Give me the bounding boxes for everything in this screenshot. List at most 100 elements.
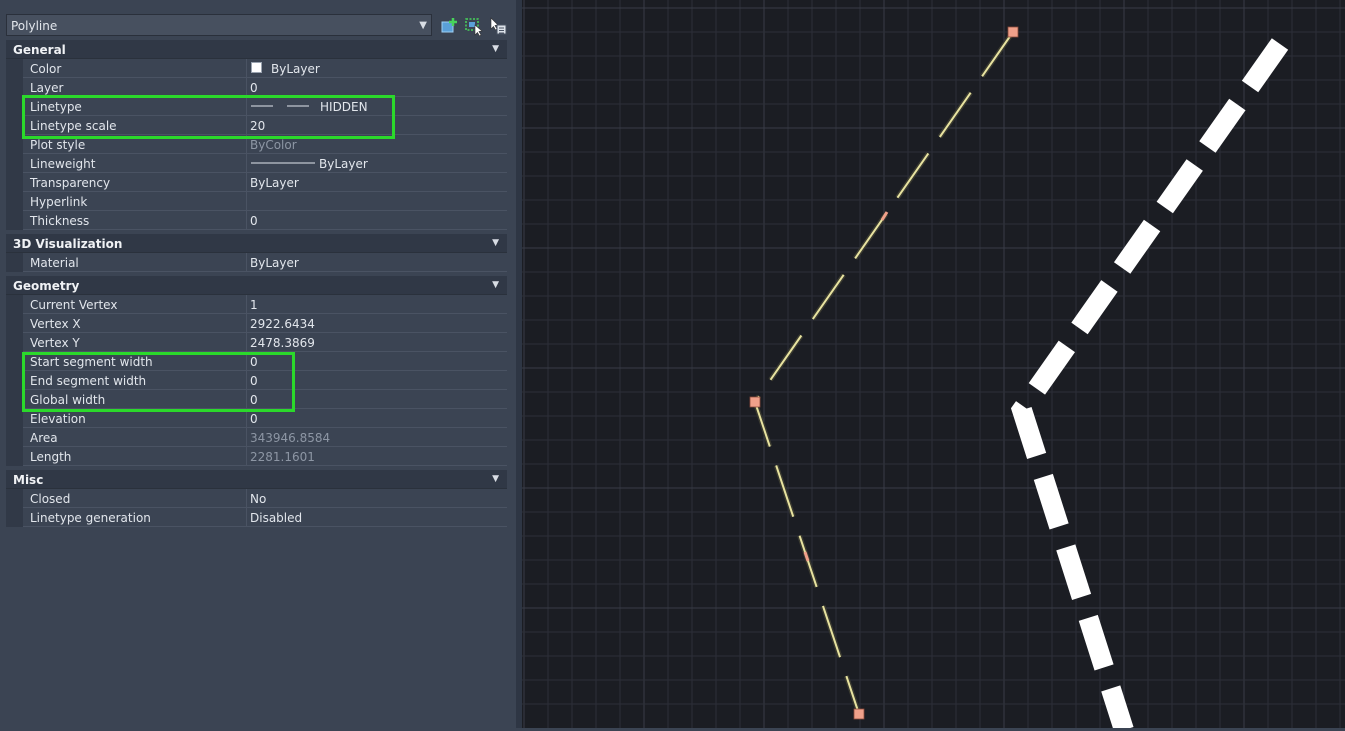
- vertex-grip[interactable]: [853, 708, 865, 720]
- section-header-geometry[interactable]: Geometry ▼: [6, 276, 507, 295]
- collapse-chevron-icon[interactable]: ▼: [492, 44, 499, 54]
- property-row-linetype-generation[interactable]: Linetype generation Disabled: [6, 508, 507, 527]
- collapse-chevron-icon[interactable]: ▼: [492, 238, 499, 248]
- section-header-misc[interactable]: Misc ▼: [6, 470, 507, 489]
- property-value: 343946.8584: [250, 431, 331, 445]
- property-label: Area: [30, 431, 58, 445]
- property-value-cell[interactable]: ByLayer: [247, 59, 507, 78]
- object-type-dropdown[interactable]: Polyline ▼: [6, 14, 432, 36]
- property-value-cell[interactable]: ByLayer: [247, 154, 507, 173]
- row-gutter: [6, 390, 23, 409]
- property-label: Plot style: [30, 138, 86, 152]
- property-value: 1: [250, 298, 258, 312]
- quick-select-icon[interactable]: [440, 16, 460, 36]
- property-value: Disabled: [250, 511, 303, 525]
- property-name-cell: Hyperlink: [23, 192, 247, 211]
- property-value: 0: [250, 81, 258, 95]
- property-value-cell[interactable]: ByLayer: [247, 173, 507, 192]
- property-row-vertex-x[interactable]: Vertex X 2922.6434: [6, 314, 507, 333]
- row-gutter: [6, 295, 23, 314]
- wide-dashed-polyline[interactable]: [1010, 38, 1289, 731]
- property-value-cell[interactable]: Disabled: [247, 508, 507, 527]
- property-name-cell: Material: [23, 253, 247, 272]
- property-value-cell[interactable]: 2478.3869: [247, 333, 507, 352]
- row-gutter: [6, 489, 23, 508]
- row-gutter: [6, 352, 23, 371]
- property-label: Elevation: [30, 412, 86, 426]
- property-label: Transparency: [30, 176, 111, 190]
- property-name-cell: Current Vertex: [23, 295, 247, 314]
- midpoint-grip[interactable]: [880, 211, 889, 221]
- property-value: ByColor: [250, 138, 297, 152]
- property-value: No: [250, 492, 267, 506]
- property-value: 2478.3869: [250, 336, 315, 350]
- grid: [522, 0, 1345, 728]
- property-value-cell[interactable]: 0: [247, 211, 507, 230]
- property-label: Hyperlink: [30, 195, 88, 209]
- row-gutter: [6, 508, 23, 527]
- property-value-cell: 343946.8584: [247, 428, 507, 447]
- row-gutter: [6, 409, 23, 428]
- row-gutter: [6, 154, 23, 173]
- vertex-grip[interactable]: [749, 396, 761, 408]
- property-label: Vertex Y: [30, 336, 80, 350]
- property-name-cell: Color: [23, 59, 247, 78]
- section-header-general[interactable]: General ▼: [6, 40, 507, 59]
- section-title: Misc: [13, 473, 44, 487]
- highlight-box-linetype: [22, 95, 395, 139]
- property-row-current-vertex[interactable]: Current Vertex 1: [6, 295, 507, 314]
- property-row-area[interactable]: Area 343946.8584: [6, 428, 507, 447]
- row-gutter: [6, 428, 23, 447]
- property-row-vertex-y[interactable]: Vertex Y 2478.3869: [6, 333, 507, 352]
- section-title: 3D Visualization: [13, 237, 123, 251]
- row-gutter: [6, 371, 23, 390]
- property-name-cell: Linetype generation: [23, 508, 247, 527]
- section-title: Geometry: [13, 279, 80, 293]
- property-value-cell[interactable]: 1: [247, 295, 507, 314]
- property-row-hyperlink[interactable]: Hyperlink: [6, 192, 507, 211]
- row-gutter: [6, 447, 23, 466]
- collapse-chevron-icon[interactable]: ▼: [492, 280, 499, 290]
- property-name-cell: Vertex X: [23, 314, 247, 333]
- row-gutter: [6, 192, 23, 211]
- section-header-3d-visualization[interactable]: 3D Visualization ▼: [6, 234, 507, 253]
- toggle-pickadd-icon[interactable]: [488, 16, 508, 36]
- property-row-transparency[interactable]: Transparency ByLayer: [6, 173, 507, 192]
- row-gutter: [6, 333, 23, 352]
- property-label: Thickness: [30, 214, 90, 228]
- property-row-material[interactable]: Material ByLayer: [6, 253, 507, 272]
- property-value: 2281.1601: [250, 450, 315, 464]
- property-value: ByLayer: [250, 176, 299, 190]
- properties-toolbar: Polyline ▼: [6, 14, 514, 38]
- property-row-lineweight[interactable]: Lineweight ByLayer: [6, 154, 507, 173]
- property-value: ByLayer: [271, 62, 320, 76]
- property-value-cell[interactable]: [247, 192, 507, 211]
- highlight-box-widths: [22, 352, 295, 412]
- row-gutter: [6, 211, 23, 230]
- collapse-chevron-icon[interactable]: ▼: [492, 474, 499, 484]
- property-name-cell: Transparency: [23, 173, 247, 192]
- property-value-cell[interactable]: 2922.6434: [247, 314, 507, 333]
- property-name-cell: Area: [23, 428, 247, 447]
- drawing-canvas[interactable]: [522, 0, 1345, 731]
- row-gutter: [6, 97, 23, 116]
- property-row-length[interactable]: Length 2281.1601: [6, 447, 507, 466]
- property-name-cell: Vertex Y: [23, 333, 247, 352]
- property-value-cell[interactable]: ByLayer: [247, 253, 507, 272]
- row-gutter: [6, 59, 23, 78]
- object-type-label: Polyline: [11, 19, 58, 33]
- property-row-thickness[interactable]: Thickness 0: [6, 211, 507, 230]
- property-row-color[interactable]: Color ByLayer: [6, 59, 507, 78]
- row-gutter: [6, 135, 23, 154]
- property-value: 2922.6434: [250, 317, 315, 331]
- lineweight-preview-icon: [251, 162, 315, 164]
- row-gutter: [6, 116, 23, 135]
- color-swatch-icon: [251, 62, 262, 73]
- select-objects-icon[interactable]: [464, 16, 484, 36]
- row-gutter: [6, 78, 23, 97]
- vertex-grip[interactable]: [1007, 26, 1019, 38]
- row-gutter: [6, 173, 23, 192]
- property-value-cell[interactable]: No: [247, 489, 507, 508]
- properties-panel: Polyline ▼ General ▼ Color ByLayer Layer 0 Lin…: [0, 0, 516, 728]
- property-row-closed[interactable]: Closed No: [6, 489, 507, 508]
